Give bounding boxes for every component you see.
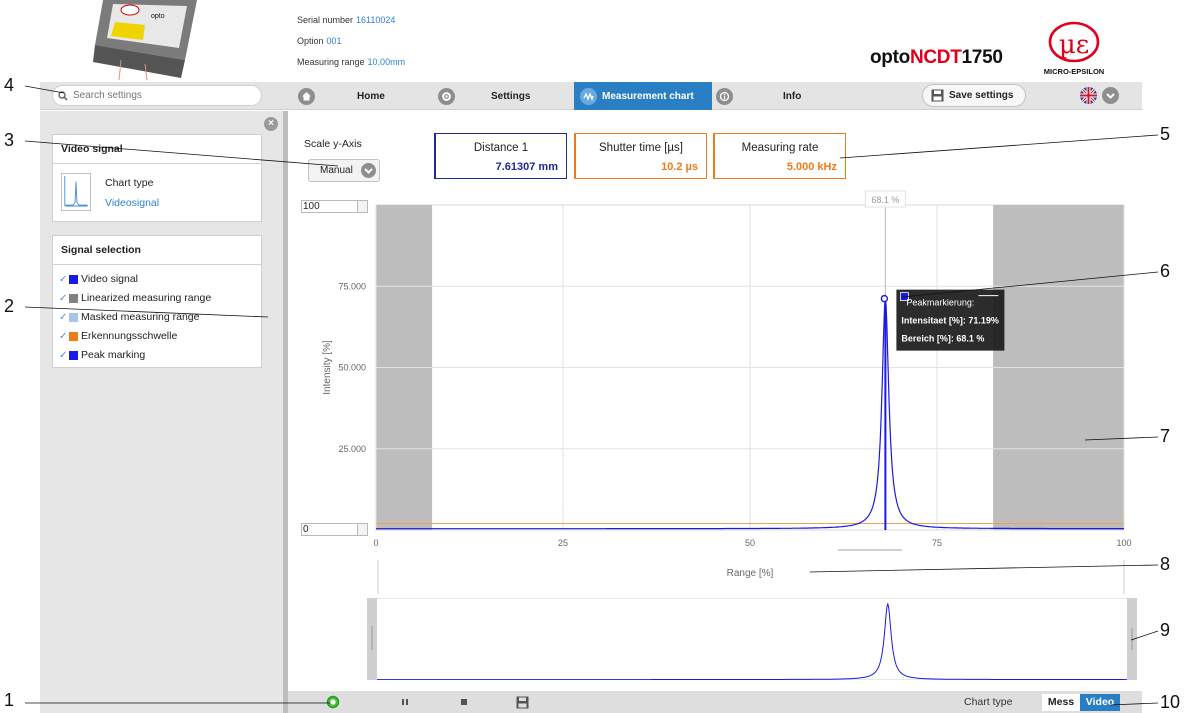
mode-video-button[interactable]: Video — [1080, 694, 1120, 711]
x-tick-label: 25 — [558, 538, 568, 548]
x-tick-label: 0 — [373, 538, 378, 548]
callout-1: 1 — [4, 690, 15, 710]
tooltip-title: Peakmarkierung: — [906, 298, 974, 308]
overview-frame — [367, 598, 1137, 680]
callout-9: 9 — [1160, 620, 1171, 640]
floppy-disk-icon — [516, 696, 529, 708]
stop-button[interactable] — [459, 691, 469, 713]
callout-4: 4 — [4, 75, 15, 95]
callout-6: 6 — [1160, 261, 1171, 281]
start-status-icon[interactable] — [326, 691, 340, 713]
callout-7: 7 — [1160, 426, 1171, 446]
y-tick-label: 75.000 — [338, 281, 366, 291]
x-tick-label: 50 — [745, 538, 755, 548]
pause-icon — [402, 699, 408, 705]
y-axis-min-input[interactable]: 0 — [301, 523, 368, 536]
y-axis-max-input[interactable]: 100 — [301, 200, 368, 213]
y-tick-label: 50.000 — [338, 363, 366, 373]
tooltip-intensity: Intensitaet [%]: 71.19% — [901, 316, 999, 326]
x-tick-label: 75 — [932, 538, 942, 548]
callout-8: 8 — [1160, 554, 1171, 574]
spinner-icon[interactable] — [357, 524, 367, 535]
peak-point — [880, 294, 889, 303]
callout-3: 3 — [4, 130, 15, 150]
bottom-toolbar: Chart type Mess Video — [288, 691, 1142, 713]
save-data-button[interactable] — [516, 691, 529, 713]
spinner-icon[interactable] — [357, 201, 367, 212]
stop-icon — [461, 699, 467, 705]
callout-10: 10 — [1160, 692, 1181, 712]
x-axis-title: Range [%] — [727, 568, 774, 579]
callout-5: 5 — [1160, 124, 1171, 144]
x-tick-label: 100 — [1116, 538, 1131, 548]
callout-2: 2 — [4, 296, 15, 316]
overview-navigator-chart[interactable] — [367, 598, 1137, 680]
chart-type-toggle-label: Chart type — [964, 696, 1013, 708]
cursor-label: 68.1 % — [871, 195, 899, 205]
pause-button[interactable] — [400, 691, 410, 713]
y-axis-title: Intensity [%] — [322, 340, 333, 395]
y-tick-label: 25.000 — [338, 444, 366, 454]
mode-mess-button[interactable]: Mess — [1042, 694, 1080, 711]
tooltip-range: Bereich [%]: 68.1 % — [901, 334, 984, 344]
